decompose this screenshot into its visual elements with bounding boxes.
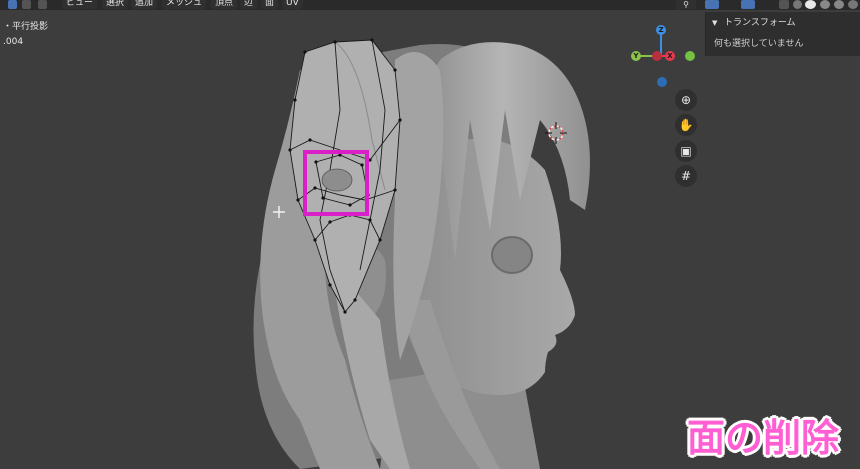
eye — [491, 236, 533, 274]
transform-panel-title: トランスフォーム — [724, 18, 796, 28]
snap-icon[interactable] — [705, 0, 719, 9]
overlay-icon[interactable] — [741, 0, 755, 9]
menu-add[interactable]: 追加 — [131, 0, 158, 9]
edge-select-mode-button[interactable] — [22, 0, 31, 9]
xray-icon[interactable] — [779, 0, 789, 9]
shading-material-icon[interactable] — [820, 0, 830, 9]
object-name-label: .004 — [3, 37, 24, 47]
shading-wire-icon[interactable] — [793, 0, 802, 9]
viewport-info: ・平行投影 .004 — [3, 20, 48, 50]
3d-viewport[interactable]: ビュー 選択 追加 メッシュ 頂点 辺 面 UV ⚲ ・平行投影 .004 Z … — [0, 0, 860, 469]
menu-vertex[interactable]: 頂点 — [211, 0, 238, 9]
navigation-gizmo[interactable]: Z Y X — [628, 22, 695, 92]
grid-icon[interactable]: # — [675, 165, 697, 187]
gizmo-x-axis[interactable]: X — [665, 51, 675, 61]
menu-uv[interactable]: UV — [282, 0, 303, 9]
menu-mesh[interactable]: メッシュ — [162, 0, 207, 9]
viewport-header — [0, 0, 860, 10]
transform-panel-header[interactable]: ▼ トランスフォーム — [706, 15, 860, 31]
caption-text: 面の削除 — [687, 416, 840, 460]
menu-view[interactable]: ビュー — [62, 0, 98, 9]
menu-edge[interactable]: 辺 — [240, 0, 258, 9]
scene — [253, 38, 590, 469]
gizmo-y-axis[interactable]: Y — [631, 51, 641, 61]
gizmo-toggle-icon[interactable]: ⚲ — [676, 0, 696, 9]
menu-select[interactable]: 選択 — [102, 0, 129, 9]
shading-dropdown-icon[interactable] — [848, 0, 858, 9]
gizmo-z-axis[interactable]: Z — [656, 25, 666, 35]
nothing-selected-message: 何も選択していません — [714, 39, 804, 49]
collapse-arrow-icon[interactable]: ▼ — [712, 15, 717, 31]
vertex-select-mode-button[interactable] — [8, 0, 17, 9]
menu-face[interactable]: 面 — [261, 0, 279, 9]
view-projection-label: ・平行投影 — [3, 22, 49, 32]
camera-icon[interactable]: ▣ — [675, 140, 697, 162]
gizmo-neg-z[interactable] — [657, 77, 667, 87]
selected-face — [321, 168, 353, 192]
shading-solid-icon[interactable] — [805, 0, 816, 9]
sidebar-n-panel: ▼ トランスフォーム 何も選択していません — [705, 12, 860, 56]
hand-pan-icon[interactable]: ✋ — [675, 114, 697, 136]
zoom-icon[interactable]: ⊕ — [675, 89, 697, 111]
shading-rendered-icon[interactable] — [834, 0, 844, 9]
gizmo-neg-y[interactable] — [685, 51, 695, 61]
face-select-mode-button[interactable] — [38, 0, 47, 9]
gizmo-neg-x[interactable] — [652, 51, 662, 61]
